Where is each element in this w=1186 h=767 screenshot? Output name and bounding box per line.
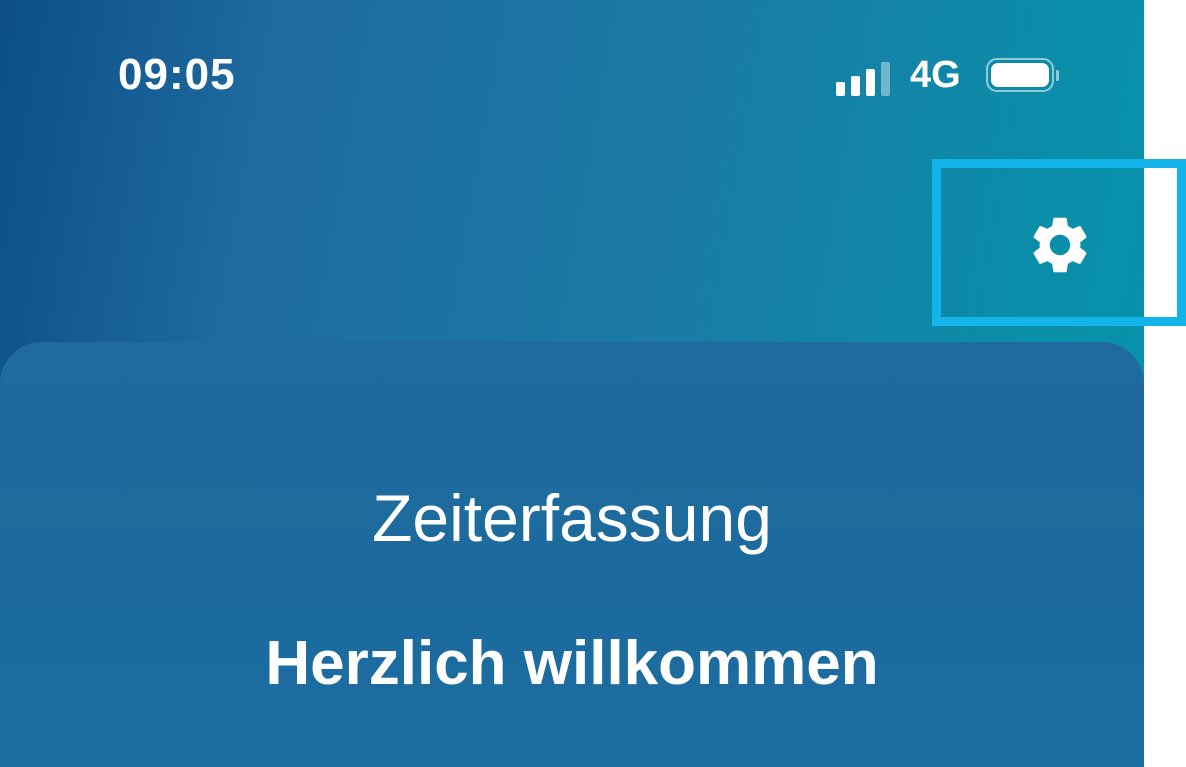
signal-strength-icon xyxy=(836,58,896,96)
battery-icon xyxy=(986,58,1059,94)
settings-button[interactable] xyxy=(1000,190,1120,300)
gear-icon xyxy=(1033,217,1087,273)
card-title: Zeiterfassung xyxy=(372,481,772,555)
status-bar: 09:05 4G xyxy=(0,0,1144,150)
welcome-card: Zeiterfassung Herzlich willkommen xyxy=(0,342,1144,767)
status-time: 09:05 xyxy=(118,50,236,99)
network-type: 4G xyxy=(910,54,961,96)
card-subtitle: Herzlich willkommen xyxy=(265,629,879,698)
app-screen: 09:05 4G Zeiterfassung Herzlich willkomm… xyxy=(0,0,1144,767)
